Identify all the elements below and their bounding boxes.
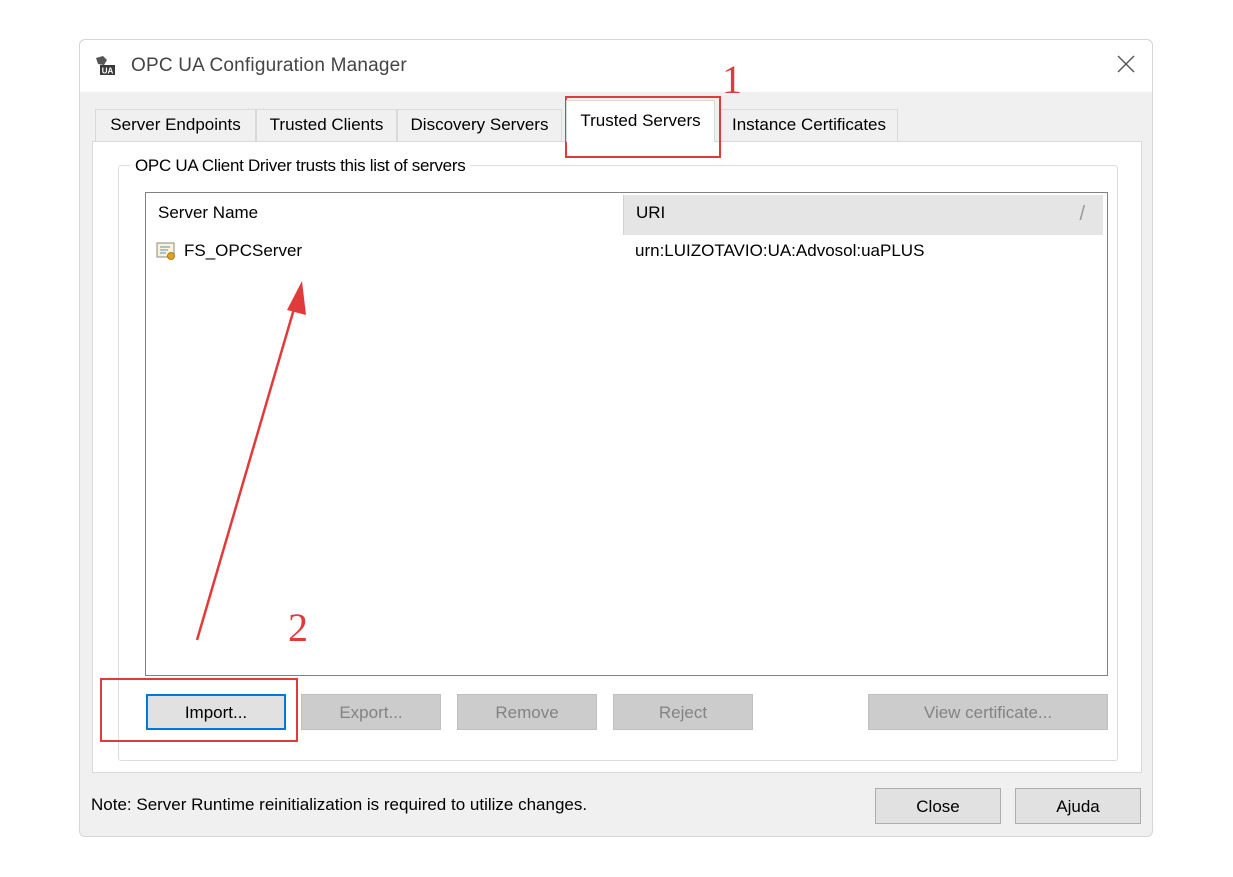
reject-button[interactable]: Reject: [613, 694, 753, 730]
tab-trusted-clients[interactable]: Trusted Clients: [256, 109, 397, 141]
opc-ua-app-icon: UA: [94, 54, 116, 76]
runtime-note: Note: Server Runtime reinitialization is…: [91, 795, 588, 814]
server-name-cell: FS_OPCServer: [184, 241, 303, 260]
column-header-uri[interactable]: URI: [636, 203, 665, 223]
view-certificate-button[interactable]: View certificate...: [868, 694, 1108, 730]
list-item[interactable]: FS_OPCServer urn:LUIZOTAVIO:UA:Advosol:u…: [146, 239, 1107, 267]
close-button[interactable]: Close: [875, 788, 1001, 824]
export-button[interactable]: Export...: [301, 694, 441, 730]
annotation-box-import: [100, 678, 298, 742]
tab-server-endpoints[interactable]: Server Endpoints: [95, 109, 256, 141]
help-button[interactable]: Ajuda: [1015, 788, 1141, 824]
annotation-step-2: 2: [288, 605, 308, 650]
server-uri-cell: urn:LUIZOTAVIO:UA:Advosol:uaPLUS: [635, 241, 925, 260]
close-icon[interactable]: [1114, 52, 1138, 76]
certificate-icon: [156, 242, 175, 260]
tab-discovery-servers[interactable]: Discovery Servers: [397, 109, 562, 141]
list-header: Server Name / URI: [146, 193, 1107, 235]
window-title: OPC UA Configuration Manager: [131, 55, 407, 76]
tab-instance-certificates[interactable]: Instance Certificates: [720, 109, 898, 141]
svg-text:UA: UA: [102, 67, 114, 76]
annotation-step-1: 1: [722, 57, 742, 102]
column-header-server-name[interactable]: Server Name: [158, 203, 258, 223]
group-legend: OPC UA Client Driver trusts this list of…: [130, 156, 471, 176]
tab-trusted-servers[interactable]: Trusted Servers: [566, 100, 715, 142]
title-bar: UA OPC UA Configuration Manager: [80, 40, 1152, 92]
column-header-uri-bg: /: [623, 195, 1103, 235]
remove-button[interactable]: Remove: [457, 694, 597, 730]
sort-indicator-icon: /: [1079, 203, 1085, 225]
